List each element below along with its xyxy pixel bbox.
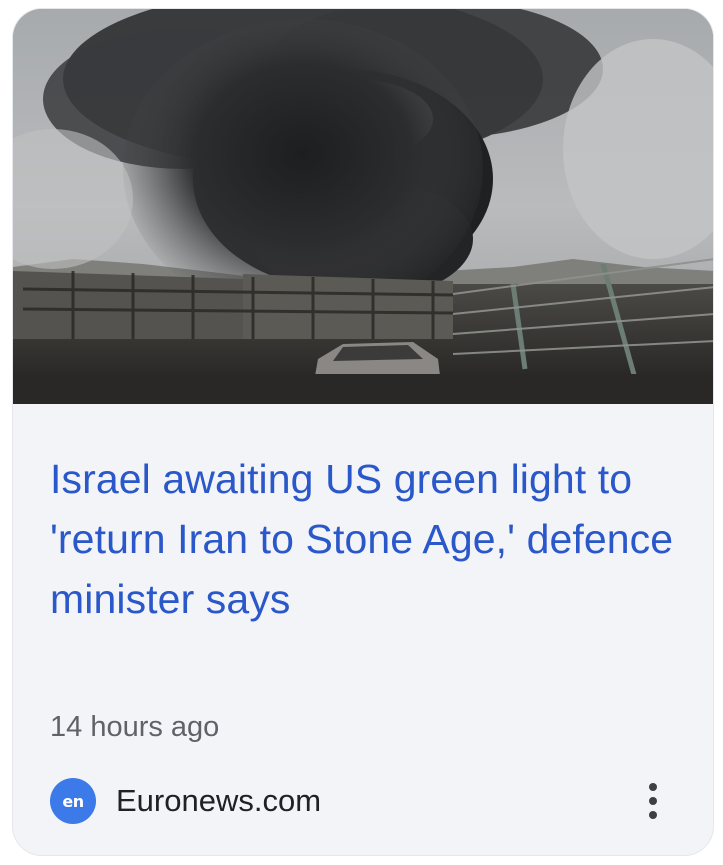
article-image[interactable] [13, 9, 713, 404]
smoke-photo [13, 9, 713, 404]
source-name: Euronews.com [116, 783, 322, 818]
more-options-button[interactable] [633, 777, 673, 825]
more-vertical-icon [649, 797, 657, 805]
source-logo: en [50, 778, 96, 824]
news-card[interactable]: Israel awaiting US green light to 'retur… [12, 8, 714, 856]
article-timestamp: 14 hours ago [50, 711, 220, 743]
article-headline[interactable]: Israel awaiting US green light to 'retur… [50, 449, 690, 629]
source-row: en Euronews.com [50, 777, 321, 825]
more-vertical-icon [649, 811, 657, 819]
more-vertical-icon [649, 783, 657, 791]
